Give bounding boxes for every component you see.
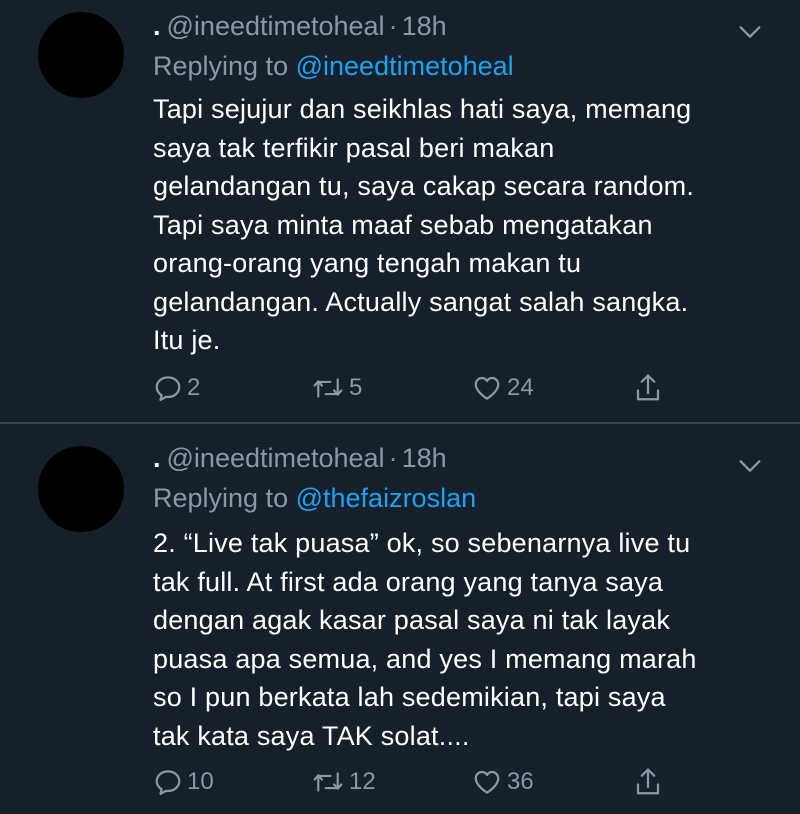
timestamp[interactable]: 18h xyxy=(402,443,447,473)
tweet-actions: 10 12 36 xyxy=(153,762,713,802)
display-name[interactable]: . xyxy=(153,11,161,41)
tweet-text: Tapi sejujur dan seikhlas hati saya, mem… xyxy=(153,94,695,355)
separator: · xyxy=(388,11,398,41)
retweet-icon xyxy=(313,378,343,398)
display-name[interactable]: . xyxy=(153,443,161,473)
retweet-button[interactable]: 5 xyxy=(311,368,362,408)
share-icon xyxy=(636,768,660,795)
reply-icon xyxy=(155,376,181,401)
replying-mention[interactable]: @ineedtimetoheal xyxy=(296,51,514,81)
tweet[interactable]: . @ineedtimetoheal · 18h Replying to @thefa… xyxy=(0,424,800,814)
chevron-down-icon[interactable] xyxy=(736,452,764,480)
handle[interactable]: @ineedtimetoheal xyxy=(167,11,385,41)
replying-to: Replying to @thefaizroslan xyxy=(153,480,476,516)
handle[interactable]: @ineedtimetoheal xyxy=(167,443,385,473)
timestamp[interactable]: 18h xyxy=(402,11,447,41)
tweet-actions: 2 5 24 xyxy=(153,368,713,408)
share-button[interactable] xyxy=(633,762,663,802)
like-count: 24 xyxy=(507,374,534,401)
like-button[interactable]: 36 xyxy=(471,762,534,802)
like-button[interactable]: 24 xyxy=(471,368,534,408)
replying-mention[interactable]: @thefaizroslan xyxy=(296,483,477,513)
tweet-header: . @ineedtimetoheal · 18h xyxy=(153,8,447,44)
tweet[interactable]: . @ineedtimetoheal · 18h Replying to @ineed… xyxy=(0,0,800,422)
reply-icon xyxy=(155,770,181,795)
reply-count: 10 xyxy=(187,768,214,795)
avatar[interactable] xyxy=(38,12,124,98)
reply-button[interactable]: 10 xyxy=(153,762,214,802)
like-icon xyxy=(474,376,500,400)
retweet-count: 12 xyxy=(349,768,376,795)
chevron-down-icon[interactable] xyxy=(736,18,764,46)
share-button[interactable] xyxy=(633,368,663,408)
avatar[interactable] xyxy=(38,446,124,532)
reply-button[interactable]: 2 xyxy=(153,368,200,408)
retweet-count: 5 xyxy=(349,374,363,401)
like-icon xyxy=(474,770,500,794)
share-icon xyxy=(636,374,660,401)
tweet-feed: . @ineedtimetoheal · 18h Replying to @ineed… xyxy=(0,0,800,814)
retweet-icon xyxy=(313,772,343,792)
replying-prefix: Replying to xyxy=(153,483,289,513)
retweet-button[interactable]: 12 xyxy=(311,762,376,802)
separator: · xyxy=(388,443,398,473)
replying-prefix: Replying to xyxy=(153,51,289,81)
like-count: 36 xyxy=(507,768,534,795)
replying-to: Replying to @ineedtimetoheal xyxy=(153,48,514,84)
tweet-header: . @ineedtimetoheal · 18h xyxy=(153,440,447,476)
reply-count: 2 xyxy=(187,374,201,401)
tweet-text: 2. “Live tak puasa” ok, so sebenarnya li… xyxy=(153,528,697,751)
